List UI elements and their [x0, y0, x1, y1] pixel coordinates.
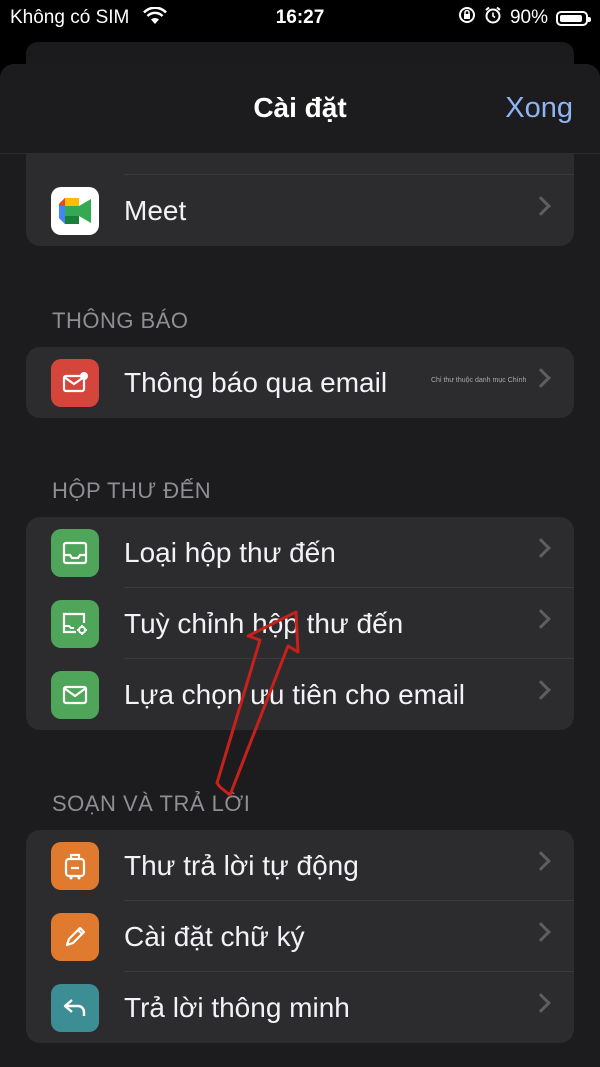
list-item-label: Thư trả lời tự động	[124, 850, 359, 881]
list-item-meet[interactable]: Meet	[26, 175, 574, 246]
notification-filter-value: Chỉ thư thuộc danh mục Chính	[431, 377, 527, 384]
nav-bar: Cài đặt Xong	[0, 64, 600, 154]
status-bar: Không có SIM 16:27 90%	[0, 0, 600, 34]
list-item-label: Thông báo qua email	[124, 367, 388, 398]
list-item-email-notifications[interactable]: Thông báo qua email Chỉ thư thuộc danh m…	[26, 347, 574, 418]
list-item-inbox-customization[interactable]: Tuỳ chỉnh hộp thư đến	[26, 588, 574, 659]
list-item-email-preferences[interactable]: Lựa chọn ưu tiên cho email	[26, 659, 574, 730]
rotation-lock-icon	[458, 6, 476, 30]
chevron-right-icon	[531, 680, 551, 700]
envelope-icon	[51, 671, 99, 719]
done-button[interactable]: Xong	[505, 92, 573, 125]
alarm-icon	[484, 6, 502, 30]
section-header: SOẠN VÀ TRẢ LỜI	[52, 791, 251, 816]
chevron-right-icon	[531, 922, 551, 942]
meet-icon	[51, 187, 99, 235]
pen-icon	[51, 913, 99, 961]
chevron-right-icon	[531, 196, 551, 216]
list-item-smart-reply[interactable]: Trả lời thông minh	[26, 972, 574, 1043]
reply-icon	[51, 984, 99, 1032]
chevron-right-icon	[531, 368, 551, 388]
list-item-label: Cài đặt chữ ký	[124, 921, 305, 952]
list-item-label: Trả lời thông minh	[124, 992, 350, 1023]
chevron-right-icon	[531, 609, 551, 629]
battery-icon	[556, 10, 591, 26]
notifications-group: Thông báo qua email Chỉ thư thuộc danh m…	[26, 347, 574, 418]
list-item-label: Tuỳ chỉnh hộp thư đến	[124, 608, 404, 639]
chevron-right-icon	[531, 538, 551, 558]
inbox-settings-icon	[51, 600, 99, 648]
inbox-group: Loại hộp thư đến Tuỳ chỉnh hộp thư đến L…	[26, 517, 574, 730]
compose-group: Thư trả lời tự động Cài đặt chữ ký Trả l…	[26, 830, 574, 1043]
chevron-right-icon	[531, 993, 551, 1013]
section-header: HỘP THƯ ĐẾN	[52, 478, 212, 503]
list-item-signature[interactable]: Cài đặt chữ ký	[26, 901, 574, 972]
list-item-inbox-type[interactable]: Loại hộp thư đến	[26, 517, 574, 588]
chevron-right-icon	[531, 851, 551, 871]
inbox-icon	[51, 529, 99, 577]
battery-percent: 90%	[509, 7, 548, 28]
section-header: THÔNG BÁO	[52, 308, 189, 333]
list-item-label: Lựa chọn ưu tiên cho email	[124, 679, 466, 710]
mail-alert-icon	[51, 359, 99, 407]
list-item-label: Loại hộp thư đến	[124, 537, 336, 568]
list-item-auto-reply[interactable]: Thư trả lời tự động	[26, 830, 574, 901]
settings-sheet: Cài đặt Xong Meet THÔNG BÁO Thông báo qu…	[0, 64, 600, 1067]
list-item-label: Meet	[124, 195, 187, 226]
suitcase-icon	[51, 842, 99, 890]
